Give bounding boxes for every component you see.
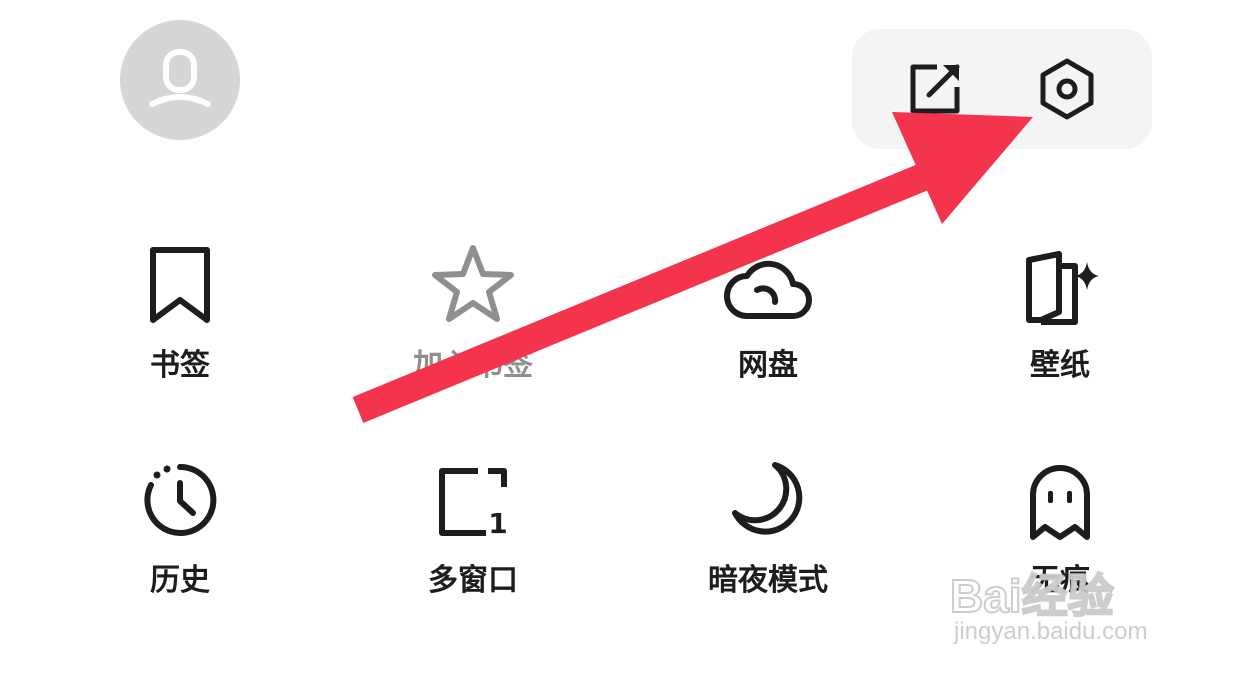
menu-item-history[interactable]: 历史 bbox=[60, 455, 300, 625]
menu-item-label: 历史 bbox=[150, 563, 210, 598]
menu-item-label: 壁纸 bbox=[1030, 348, 1090, 383]
menu-item-label: 加入书签 bbox=[413, 348, 533, 383]
menu-item-label: 书签 bbox=[150, 348, 210, 383]
wallpaper-icon bbox=[1015, 240, 1105, 330]
history-clock-icon bbox=[135, 455, 225, 545]
menu-item-dark-mode[interactable]: 暗夜模式 bbox=[648, 455, 888, 625]
menu-item-bookmarks[interactable]: 书签 bbox=[60, 240, 300, 410]
menu-item-label: 网盘 bbox=[738, 348, 798, 383]
bookmark-icon bbox=[135, 240, 225, 330]
cloud-icon bbox=[723, 240, 813, 330]
share-square-icon bbox=[910, 64, 960, 114]
menu-item-label: 多窗口 bbox=[428, 563, 518, 598]
menu-item-label: 暗夜模式 bbox=[708, 563, 828, 598]
top-action-bar bbox=[852, 29, 1152, 149]
menu-item-incognito[interactable]: 无痕 bbox=[940, 455, 1180, 625]
ghost-icon bbox=[1015, 455, 1105, 545]
share-button[interactable] bbox=[900, 54, 970, 124]
menu-item-netdisk[interactable]: 网盘 bbox=[648, 240, 888, 410]
moon-icon bbox=[723, 455, 813, 545]
menu-item-multi-window[interactable]: 1 多窗口 bbox=[353, 455, 593, 625]
hexagon-settings-icon bbox=[1040, 58, 1094, 120]
window-count: 1 bbox=[488, 507, 507, 540]
avatar[interactable] bbox=[120, 20, 240, 140]
settings-button[interactable] bbox=[1032, 54, 1102, 124]
menu-item-add-bookmark[interactable]: 加入书签 bbox=[353, 240, 593, 410]
user-icon bbox=[149, 49, 211, 107]
multi-window-icon: 1 bbox=[428, 455, 518, 545]
menu-item-label: 无痕 bbox=[1030, 563, 1090, 598]
menu-item-wallpaper[interactable]: 壁纸 bbox=[940, 240, 1180, 410]
star-icon bbox=[428, 240, 518, 330]
